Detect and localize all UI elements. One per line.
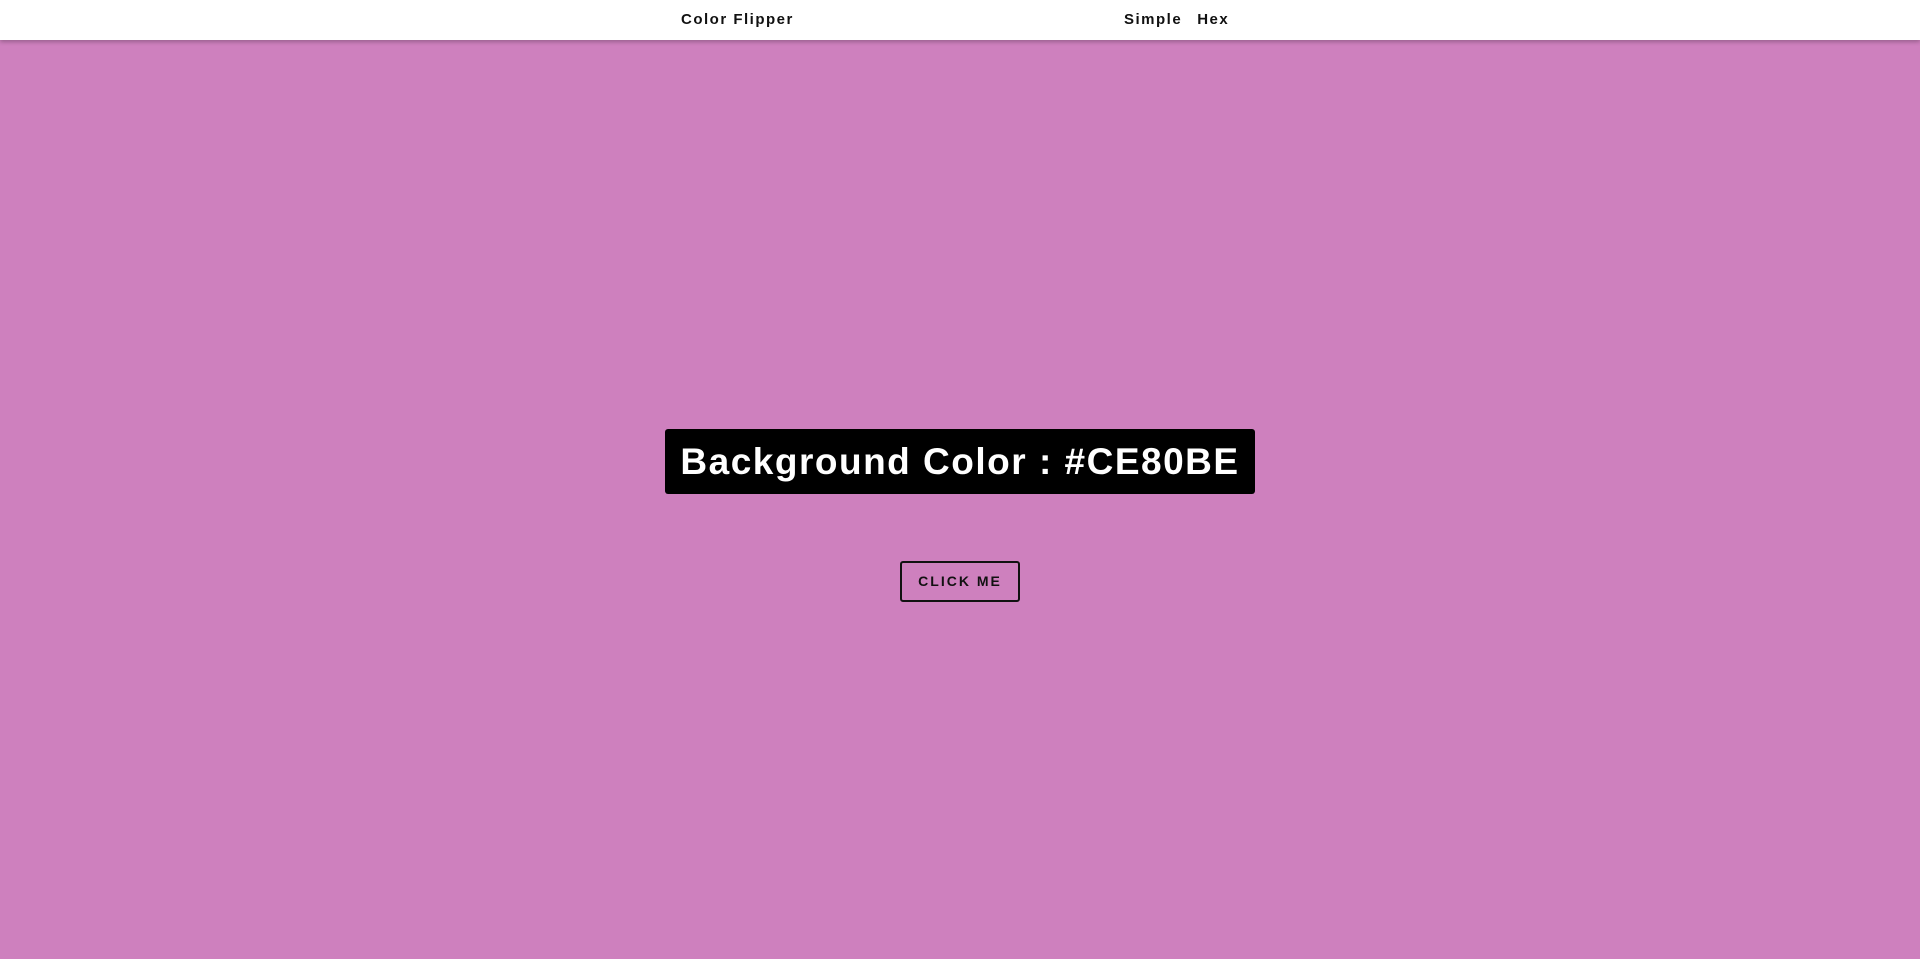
color-heading: Background Color : #CE80BE <box>665 429 1255 494</box>
click-me-button[interactable]: CLICK ME <box>900 560 1020 602</box>
nav-links: Simple Hex <box>1124 11 1229 29</box>
color-value: #CE80BE <box>1064 441 1240 482</box>
nav-link-simple[interactable]: Simple <box>1124 11 1182 28</box>
main-container: Background Color : #CE80BE CLICK ME <box>0 40 1920 959</box>
brand-link[interactable]: Color Flipper <box>681 11 794 28</box>
nav-item-hex: Hex <box>1197 11 1229 29</box>
navbar: Color Flipper Simple Hex <box>0 0 1920 40</box>
nav-link-hex[interactable]: Hex <box>1197 11 1229 28</box>
nav-item-simple: Simple <box>1124 11 1182 29</box>
heading-label: Background Color : <box>680 441 1065 482</box>
